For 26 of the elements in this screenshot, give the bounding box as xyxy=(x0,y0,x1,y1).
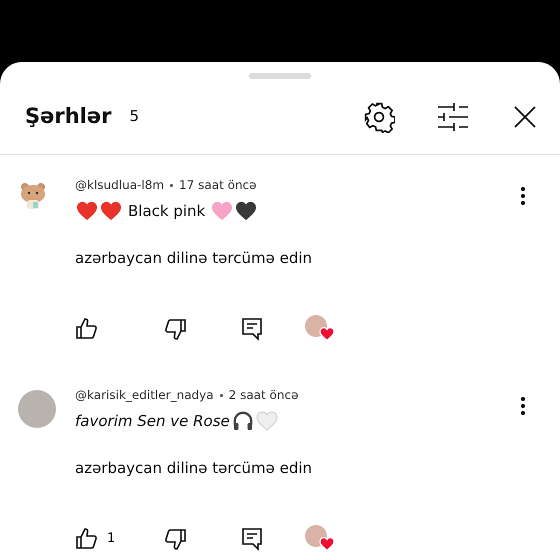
bear-sticker-avatar[interactable] xyxy=(18,180,48,210)
settings-icon[interactable] xyxy=(363,100,395,132)
comment-author[interactable]: @klsudlua-l8m xyxy=(75,176,164,194)
more-options-icon[interactable] xyxy=(520,396,526,416)
filter-sliders-icon[interactable] xyxy=(437,102,469,130)
comment-time: 17 saat öncə xyxy=(179,177,257,194)
comment-text: Black pink xyxy=(128,201,206,222)
more-options-icon[interactable] xyxy=(520,186,526,206)
thumbs-up-icon[interactable] xyxy=(75,527,99,551)
close-icon[interactable] xyxy=(514,106,536,128)
drag-handle[interactable] xyxy=(249,73,311,79)
thumbs-down-icon[interactable] xyxy=(163,527,187,551)
dot-separator-icon xyxy=(170,184,174,186)
reply-icon[interactable] xyxy=(241,317,263,341)
thumbs-up-icon[interactable] xyxy=(75,317,99,341)
comments-title: Şərhlər xyxy=(25,102,112,130)
translate-link[interactable]: azərbaycan dilinə tərcümə edin xyxy=(75,456,312,479)
comment-time: 2 saat öncə xyxy=(228,387,298,404)
dot-separator-icon xyxy=(220,394,223,396)
comment-text: favorim Sen ve Rose xyxy=(75,411,230,432)
comment-author[interactable]: @karisik_editler_nadya xyxy=(75,386,214,404)
reply-icon[interactable] xyxy=(241,527,263,551)
thumbs-down-icon[interactable] xyxy=(163,317,187,341)
comment-count: 5 xyxy=(129,106,140,128)
like-count: 1 xyxy=(107,530,116,548)
translate-link[interactable]: azərbaycan dilinə tərcümə edin xyxy=(75,246,312,269)
